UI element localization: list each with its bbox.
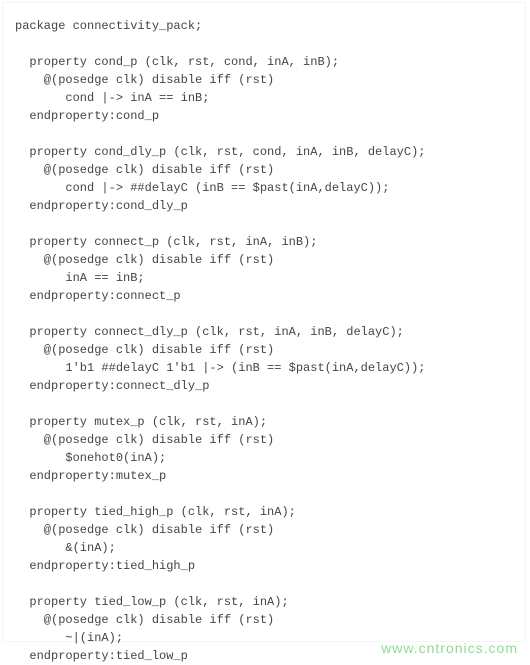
code-line: property cond_dly_p (clk, rst, cond, inA… [15, 145, 425, 159]
code-line: endproperty:mutex_p [15, 469, 166, 483]
code-line: property connect_dly_p (clk, rst, inA, i… [15, 325, 404, 339]
code-line: @(posedge clk) disable iff (rst) [15, 343, 274, 357]
code-line: property tied_high_p (clk, rst, inA); [15, 505, 296, 519]
code-line: cond |-> inA == inB; [15, 91, 209, 105]
code-line: endproperty:tied_high_p [15, 559, 195, 573]
code-line: cond |-> ##delayC (inB == $past(inA,dela… [15, 181, 389, 195]
code-line: inA == inB; [15, 271, 145, 285]
code-line: endproperty:tied_low_p [15, 649, 188, 663]
code-line: property cond_p (clk, rst, cond, inA, in… [15, 55, 339, 69]
code-line: @(posedge clk) disable iff (rst) [15, 73, 274, 87]
code-line: @(posedge clk) disable iff (rst) [15, 613, 274, 627]
code-line: @(posedge clk) disable iff (rst) [15, 523, 274, 537]
code-line: endproperty:connect_p [15, 289, 181, 303]
code-line: property connect_p (clk, rst, inA, inB); [15, 235, 317, 249]
code-line: endproperty:connect_dly_p [15, 379, 209, 393]
code-line: property mutex_p (clk, rst, inA); [15, 415, 267, 429]
code-line: @(posedge clk) disable iff (rst) [15, 253, 274, 267]
code-line: 1'b1 ##delayC 1'b1 |-> (inB == $past(inA… [15, 361, 425, 375]
code-line: $onehot0(inA); [15, 451, 166, 465]
watermark-text: www.cntronics.com [381, 638, 518, 659]
code-line: @(posedge clk) disable iff (rst) [15, 433, 274, 447]
code-block: package connectivity_pack; property cond… [2, 2, 526, 642]
code-line: endproperty:cond_dly_p [15, 199, 188, 213]
code-line: &(inA); [15, 541, 116, 555]
code-line: property tied_low_p (clk, rst, inA); [15, 595, 289, 609]
code-line: package connectivity_pack; [15, 19, 202, 33]
code-line: ~|(inA); [15, 631, 123, 645]
code-line: @(posedge clk) disable iff (rst) [15, 163, 274, 177]
code-line: endproperty:cond_p [15, 109, 159, 123]
